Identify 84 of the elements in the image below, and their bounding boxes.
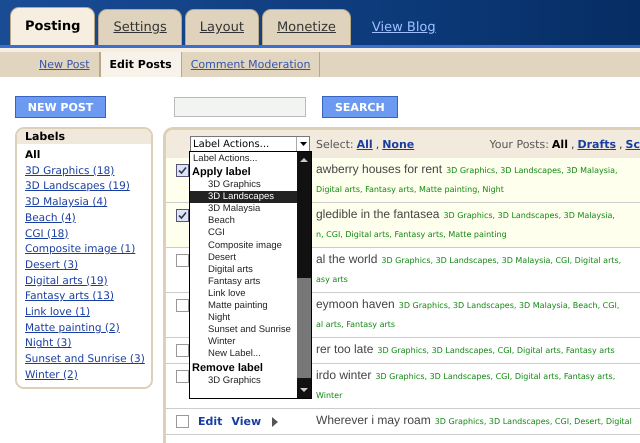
separator: , xyxy=(570,138,574,150)
checkbox[interactable] xyxy=(176,254,189,267)
select-label: Select: xyxy=(316,138,354,150)
select-link[interactable]: None xyxy=(382,138,414,150)
dropdown-option[interactable]: New Label... xyxy=(190,348,297,360)
dropdown-option[interactable]: Winter xyxy=(190,336,297,348)
label-link[interactable]: Winter (2) xyxy=(25,368,78,384)
nav-tab[interactable]: Posting xyxy=(10,7,96,45)
panel-title: Labels xyxy=(17,129,151,144)
group-header: Apply label xyxy=(191,166,252,180)
label-link[interactable]: Desert (3) xyxy=(25,258,78,274)
post-title[interactable]: awberry houses for rent xyxy=(316,162,442,176)
checkbox[interactable] xyxy=(176,299,189,312)
filter-link[interactable]: Drafts xyxy=(577,138,616,150)
select-link[interactable]: All xyxy=(356,138,373,150)
post-title[interactable]: gledible in the fantasea xyxy=(316,207,440,221)
label-link[interactable]: Night (3) xyxy=(25,336,72,352)
dropdown-option[interactable]: Night xyxy=(190,312,297,324)
label-link[interactable]: 3D Malaysia (4) xyxy=(25,195,108,211)
view-link[interactable]: View xyxy=(231,415,262,428)
label-link[interactable]: CGI (18) xyxy=(25,226,68,242)
dropdown-option[interactable]: Sunset and Sunrise xyxy=(190,324,297,336)
filter-link[interactable]: Sc xyxy=(626,138,640,150)
sub-tab[interactable]: Edit Posts xyxy=(100,52,182,77)
dropdown-option[interactable]: Label Actions... xyxy=(190,153,297,166)
checkbox[interactable] xyxy=(176,370,189,383)
label-link[interactable]: Matte painting (2) xyxy=(25,320,120,336)
label-link[interactable]: Beach (4) xyxy=(25,210,76,227)
post-title[interactable]: al the world xyxy=(316,252,378,266)
view-blog-link[interactable]: View Blog xyxy=(372,20,436,35)
dropdown-option[interactable]: Digital arts xyxy=(190,264,297,276)
label-link[interactable]: Fantasy arts (13) xyxy=(25,289,114,306)
post-labels: 3D Graphics, 3D Landscapes, 3D Malaysia, xyxy=(443,210,615,222)
dropdown-option[interactable]: Fantasy arts xyxy=(190,276,297,288)
nav-tab[interactable]: Monetize xyxy=(262,9,351,45)
checkbox[interactable] xyxy=(176,415,189,428)
post-labels: Winter xyxy=(316,390,342,402)
post-labels: 3D Graphics, 3D Landscapes, 3D Malaysia, xyxy=(446,165,618,177)
dropdown-option[interactable]: 3D Graphics xyxy=(190,374,297,387)
post-labels: 3D Graphics, 3D Landscapes, CGI, Digital arts, Fantasy arts, xyxy=(375,371,616,383)
dropdown-option[interactable]: Link love xyxy=(190,288,297,300)
label-link[interactable]: 3D Landscapes (19) xyxy=(25,179,130,196)
label-link[interactable]: 3D Graphics (18) xyxy=(25,164,114,180)
label-actions-dropdown[interactable]: Label Actions... xyxy=(190,136,310,152)
dropdown-option[interactable]: 3D Graphics xyxy=(190,179,297,192)
checkbox[interactable] xyxy=(176,164,189,177)
dropdown-option[interactable]: 3D Malaysia xyxy=(190,203,297,216)
dropdown-option[interactable]: Beach xyxy=(190,215,297,228)
post-labels: 3D Graphics, 3D Landscapes, 3D Malaysia, Beach, CGI, xyxy=(398,300,620,312)
dropdown-option[interactable]: Composite image xyxy=(190,240,297,252)
dropdown-option[interactable]: Matte painting xyxy=(190,300,297,312)
expand-icon[interactable] xyxy=(272,416,278,426)
nav-tab[interactable]: Layout xyxy=(184,9,259,45)
search-field[interactable] xyxy=(174,97,306,117)
checkbox[interactable] xyxy=(176,344,189,357)
nav-tab[interactable]: Settings xyxy=(98,9,182,45)
post-title[interactable]: rer too late xyxy=(316,342,374,356)
label-link[interactable]: Link love (1) xyxy=(25,305,90,321)
post-title[interactable]: eymoon haven xyxy=(316,297,395,311)
separator: , xyxy=(376,138,380,150)
dropdown-option[interactable]: 3D Landscapes xyxy=(190,191,297,204)
edit-link[interactable]: Edit xyxy=(198,415,222,428)
filter-link[interactable]: All xyxy=(552,138,568,150)
label-link[interactable]: All xyxy=(25,148,40,164)
separator: , xyxy=(619,138,623,150)
label-link[interactable]: Sunset and Sunrise (3) xyxy=(25,352,145,368)
post-labels: al arts, Fantasy arts xyxy=(316,319,396,331)
label-link[interactable]: Composite image (1) xyxy=(25,242,136,258)
scrollbar[interactable] xyxy=(297,152,311,398)
dropdown-option[interactable]: Desert xyxy=(190,252,297,264)
post-labels: Digital arts, Fantasy arts, Matte painting, Night xyxy=(316,184,504,196)
post-labels: 3D Graphics, 3D Landscapes, CGI, Digital arts, Fantasy arts xyxy=(377,345,615,357)
your-posts-label: Your Posts: xyxy=(489,138,549,150)
group-header: Remove label xyxy=(191,362,264,374)
post-labels: 3D Graphics, 3D Landscapes, CGI, Desert, Digital xyxy=(434,416,632,428)
sub-tab[interactable]: Comment Moderation xyxy=(182,52,320,77)
label-link[interactable]: Digital arts (19) xyxy=(25,274,108,290)
post-labels: asy arts xyxy=(316,274,348,286)
post-labels: n, CGI, Digital arts, Fantasy arts, Matte painting xyxy=(316,229,507,241)
post-labels: 3D Graphics, 3D Landscapes, 3D Malaysia, CGI, Digital arts, xyxy=(381,255,622,267)
post-title[interactable]: Wherever i may roam xyxy=(316,413,431,427)
post-title[interactable]: irdo winter xyxy=(316,368,372,382)
checkbox[interactable] xyxy=(176,209,189,222)
dropdown-option[interactable]: CGI xyxy=(190,227,297,240)
